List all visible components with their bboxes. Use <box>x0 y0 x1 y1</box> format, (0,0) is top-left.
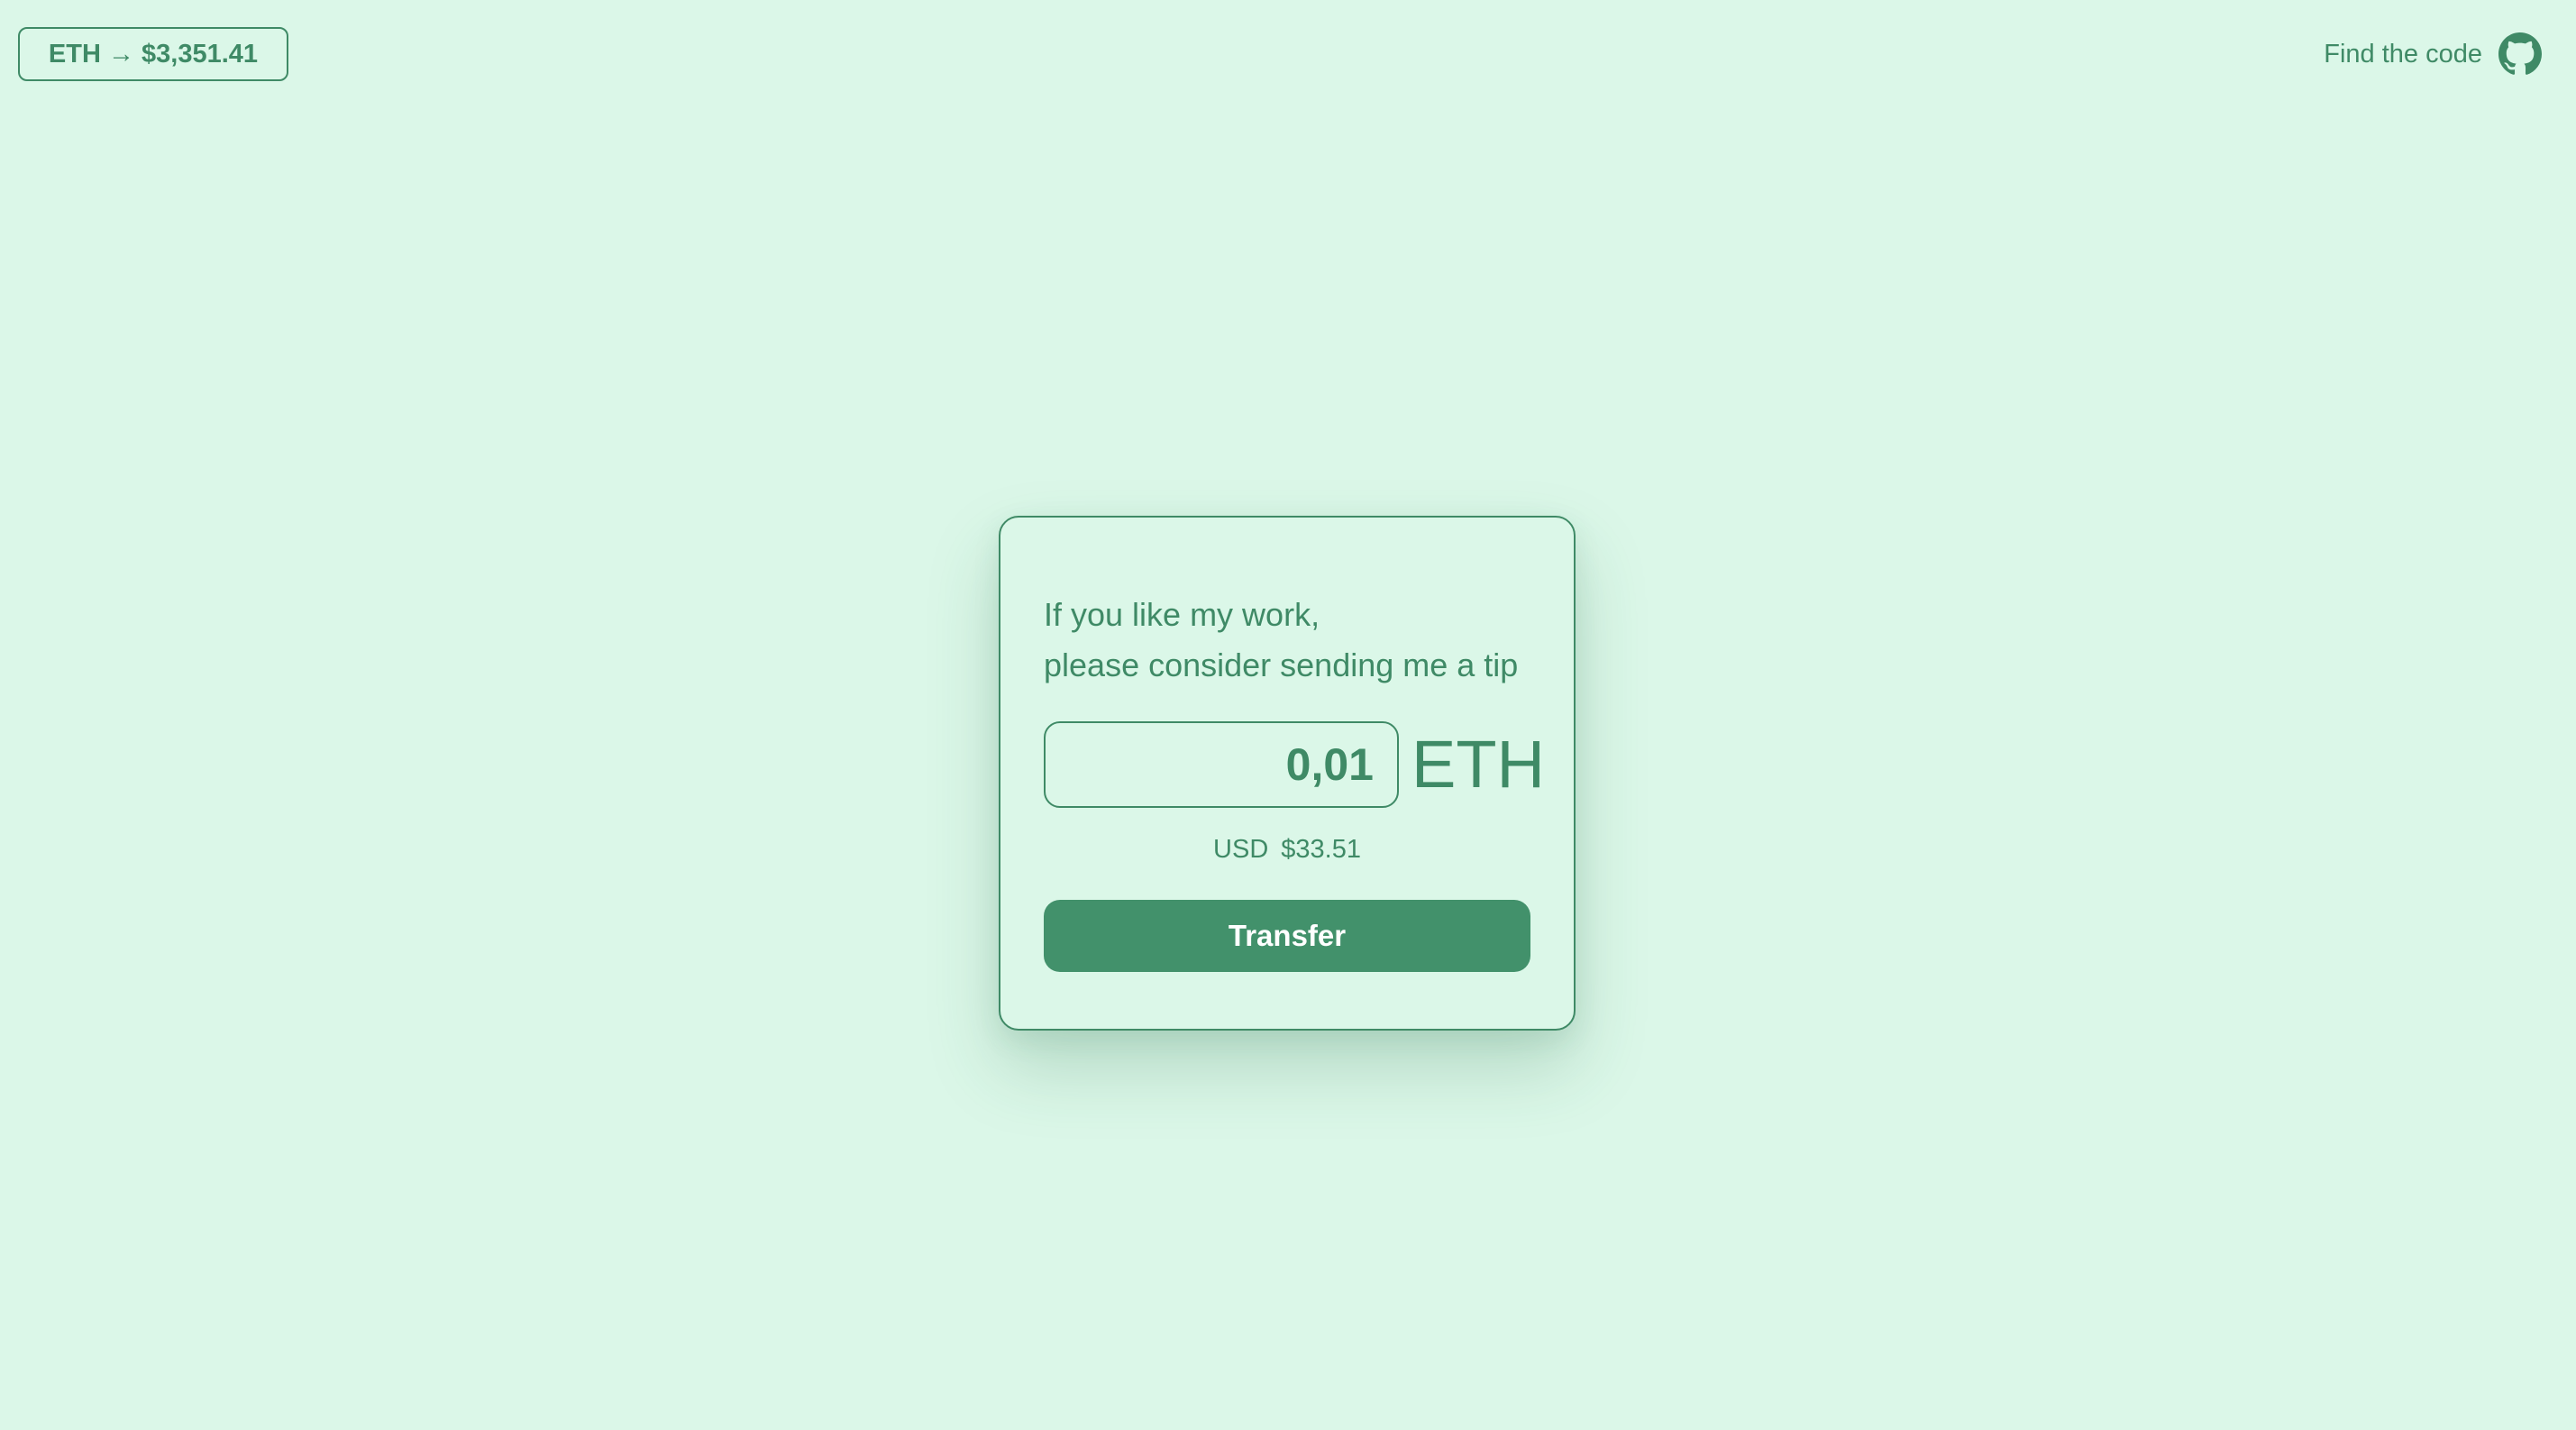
eth-price-badge: ETH → $3,351.41 <box>18 27 288 81</box>
tip-message-line-2: please consider sending me a tip <box>1044 646 1519 683</box>
currency-label: ETH <box>1411 727 1545 802</box>
find-the-code-label: Find the code <box>2324 39 2482 69</box>
eth-amount-input[interactable] <box>1044 721 1399 808</box>
tip-message-line-1: If you like my work, <box>1044 596 1320 633</box>
usd-conversion: USD $33.51 <box>1000 835 1574 865</box>
github-icon <box>2498 32 2542 76</box>
usd-label: USD <box>1213 835 1269 864</box>
usd-value: $33.51 <box>1281 835 1361 864</box>
tip-card: If you like my work, please consider sen… <box>999 516 1576 1031</box>
transfer-button[interactable]: Transfer <box>1044 900 1530 972</box>
tip-message: If you like my work, please consider sen… <box>1044 590 1548 691</box>
find-the-code-link[interactable]: Find the code <box>2324 31 2542 78</box>
amount-row: ETH <box>1044 721 1545 808</box>
